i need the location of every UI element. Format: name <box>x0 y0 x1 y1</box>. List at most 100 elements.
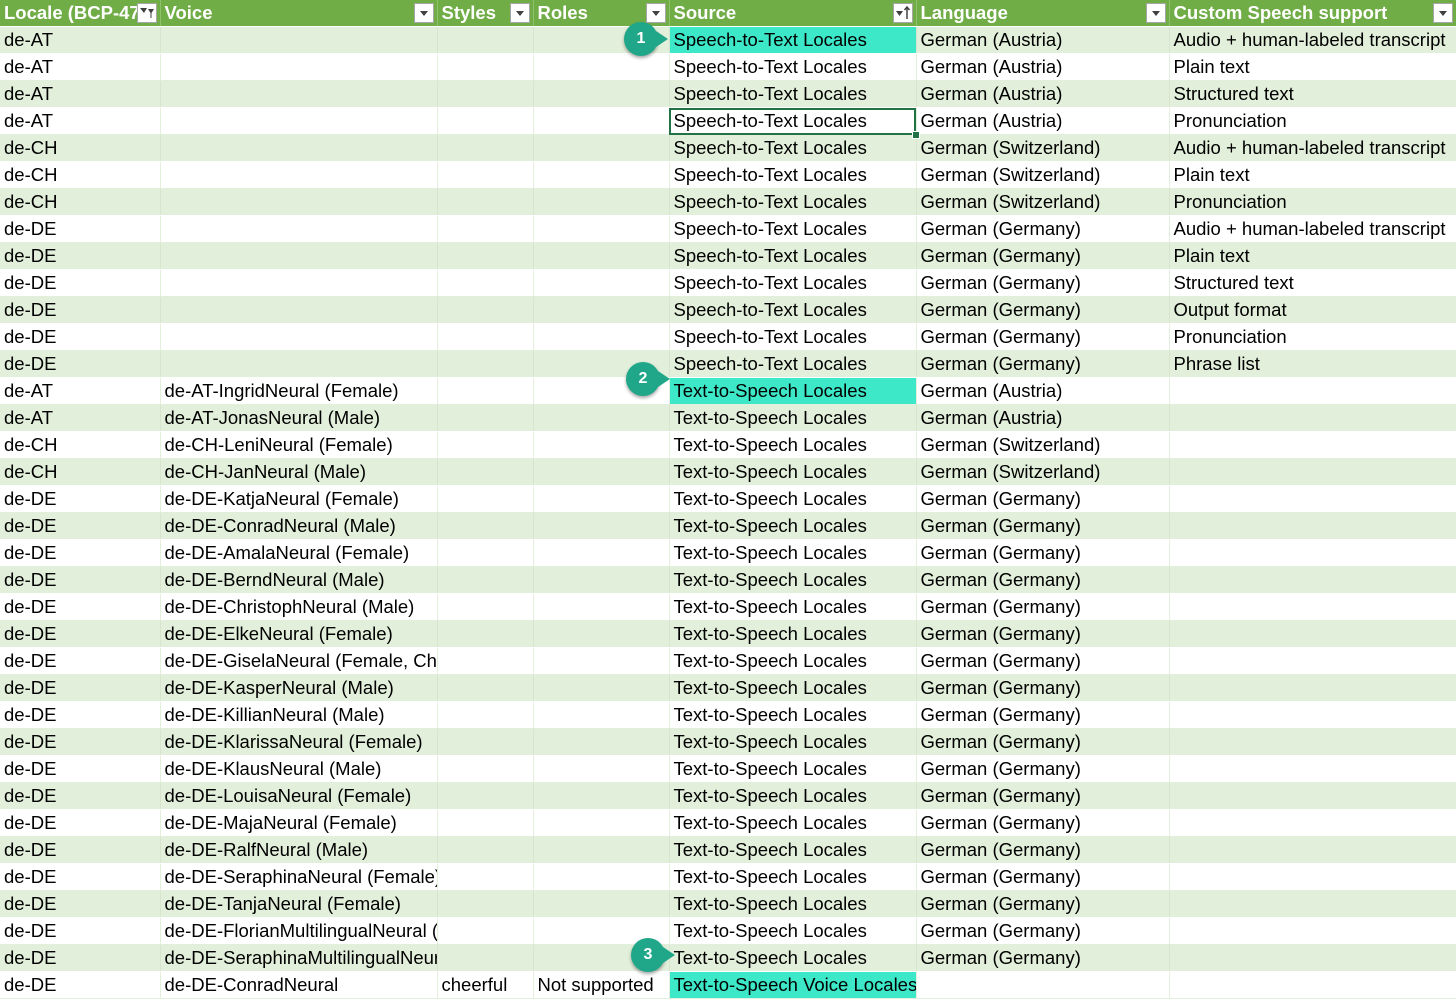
roles-cell[interactable] <box>533 161 670 189</box>
locale-cell[interactable]: de-DE <box>0 539 161 567</box>
voice-cell[interactable] <box>160 161 438 189</box>
language-cell[interactable]: German (Austria) <box>916 80 1170 108</box>
language-cell[interactable]: German (Switzerland) <box>916 188 1170 216</box>
source-cell[interactable]: Text-to-Speech Locales <box>669 944 917 972</box>
voice-cell[interactable]: de-DE-KillianNeural (Male) <box>160 701 438 729</box>
styles-cell[interactable] <box>437 782 534 810</box>
styles-cell[interactable] <box>437 593 534 621</box>
language-cell[interactable]: German (Germany) <box>916 539 1170 567</box>
voice-cell[interactable]: de-DE-GiselaNeural (Female, Child) <box>160 647 438 675</box>
voice-cell[interactable]: de-DE-KasperNeural (Male) <box>160 674 438 702</box>
dropdown-arrow-icon[interactable] <box>1145 3 1166 23</box>
styles-cell[interactable]: cheerful <box>437 971 534 999</box>
locale-cell[interactable]: de-AT <box>0 107 161 135</box>
roles-cell[interactable] <box>533 431 670 459</box>
styles-cell[interactable] <box>437 485 534 513</box>
voice-cell[interactable]: de-DE-SeraphinaMultilingualNeural (Femal… <box>160 944 438 972</box>
language-cell[interactable]: German (Germany) <box>916 782 1170 810</box>
styles-cell[interactable] <box>437 566 534 594</box>
roles-cell[interactable] <box>533 566 670 594</box>
custom-speech-cell[interactable]: Audio + human-labeled transcript <box>1169 215 1456 243</box>
styles-cell[interactable] <box>437 53 534 81</box>
language-cell[interactable]: German (Germany) <box>916 701 1170 729</box>
locale-cell[interactable]: de-DE <box>0 296 161 324</box>
locale-cell[interactable]: de-CH <box>0 431 161 459</box>
roles-cell[interactable] <box>533 53 670 81</box>
voice-cell[interactable] <box>160 269 438 297</box>
voice-cell[interactable] <box>160 107 438 135</box>
custom-speech-cell[interactable] <box>1169 863 1456 891</box>
voice-cell[interactable]: de-DE-BerndNeural (Male) <box>160 566 438 594</box>
styles-cell[interactable] <box>437 809 534 837</box>
locale-cell[interactable]: de-AT <box>0 377 161 405</box>
roles-cell[interactable] <box>533 620 670 648</box>
voice-cell[interactable]: de-CH-JanNeural (Male) <box>160 458 438 486</box>
styles-cell[interactable] <box>437 944 534 972</box>
language-cell[interactable]: German (Austria) <box>916 107 1170 135</box>
locale-cell[interactable]: de-DE <box>0 350 161 378</box>
locale-cell[interactable]: de-AT <box>0 26 161 54</box>
roles-cell[interactable] <box>533 134 670 162</box>
styles-cell[interactable] <box>437 512 534 540</box>
locale-cell[interactable]: de-DE <box>0 728 161 756</box>
locale-cell[interactable]: de-DE <box>0 647 161 675</box>
voice-cell[interactable]: de-DE-RalfNeural (Male) <box>160 836 438 864</box>
roles-cell[interactable] <box>533 107 670 135</box>
styles-cell[interactable] <box>437 269 534 297</box>
roles-cell[interactable] <box>533 782 670 810</box>
voice-cell[interactable] <box>160 323 438 351</box>
custom-speech-cell[interactable] <box>1169 728 1456 756</box>
styles-cell[interactable] <box>437 836 534 864</box>
voice-cell[interactable]: de-DE-KatjaNeural (Female) <box>160 485 438 513</box>
sort-ascending-icon[interactable] <box>892 3 913 23</box>
roles-cell[interactable] <box>533 323 670 351</box>
styles-cell[interactable] <box>437 161 534 189</box>
voice-cell[interactable] <box>160 188 438 216</box>
source-cell[interactable]: Speech-to-Text Locales <box>669 26 917 54</box>
custom-speech-cell[interactable] <box>1169 917 1456 945</box>
custom-speech-cell[interactable] <box>1169 431 1456 459</box>
voice-cell[interactable] <box>160 296 438 324</box>
source-cell[interactable]: Text-to-Speech Locales <box>669 674 917 702</box>
language-cell[interactable]: German (Germany) <box>916 323 1170 351</box>
roles-cell[interactable] <box>533 80 670 108</box>
roles-cell[interactable] <box>533 215 670 243</box>
language-cell[interactable]: German (Germany) <box>916 863 1170 891</box>
voice-cell[interactable]: de-DE-AmalaNeural (Female) <box>160 539 438 567</box>
voice-cell[interactable]: de-DE-KlausNeural (Male) <box>160 755 438 783</box>
custom-speech-cell[interactable] <box>1169 890 1456 918</box>
language-cell[interactable]: German (Germany) <box>916 620 1170 648</box>
roles-cell[interactable] <box>533 242 670 270</box>
roles-cell[interactable] <box>533 593 670 621</box>
source-cell[interactable]: Text-to-Speech Locales <box>669 647 917 675</box>
styles-cell[interactable] <box>437 890 534 918</box>
voice-cell[interactable]: de-DE-MajaNeural (Female) <box>160 809 438 837</box>
custom-speech-cell[interactable]: Pronunciation <box>1169 323 1456 351</box>
styles-cell[interactable] <box>437 917 534 945</box>
locale-cell[interactable]: de-DE <box>0 269 161 297</box>
locale-cell[interactable]: de-AT <box>0 404 161 432</box>
custom-speech-cell[interactable]: Phrase list <box>1169 350 1456 378</box>
styles-cell[interactable] <box>437 701 534 729</box>
source-cell[interactable]: Text-to-Speech Locales <box>669 512 917 540</box>
custom-speech-cell[interactable] <box>1169 701 1456 729</box>
language-cell[interactable]: German (Germany) <box>916 890 1170 918</box>
styles-cell[interactable] <box>437 728 534 756</box>
language-cell[interactable]: German (Austria) <box>916 26 1170 54</box>
language-cell[interactable]: German (Switzerland) <box>916 134 1170 162</box>
source-cell[interactable]: Text-to-Speech Locales <box>669 809 917 837</box>
language-cell[interactable]: German (Austria) <box>916 404 1170 432</box>
styles-cell[interactable] <box>437 674 534 702</box>
source-cell[interactable]: Text-to-Speech Locales <box>669 485 917 513</box>
styles-cell[interactable] <box>437 350 534 378</box>
voice-cell[interactable]: de-DE-ChristophNeural (Male) <box>160 593 438 621</box>
locale-cell[interactable]: de-DE <box>0 620 161 648</box>
locale-cell[interactable]: de-DE <box>0 944 161 972</box>
styles-cell[interactable] <box>437 755 534 783</box>
locale-cell[interactable]: de-DE <box>0 890 161 918</box>
roles-cell[interactable] <box>533 755 670 783</box>
language-cell[interactable]: German (Switzerland) <box>916 458 1170 486</box>
fill-handle[interactable] <box>912 130 920 139</box>
column-header-voice[interactable]: Voice <box>160 0 438 27</box>
locale-cell[interactable]: de-DE <box>0 755 161 783</box>
